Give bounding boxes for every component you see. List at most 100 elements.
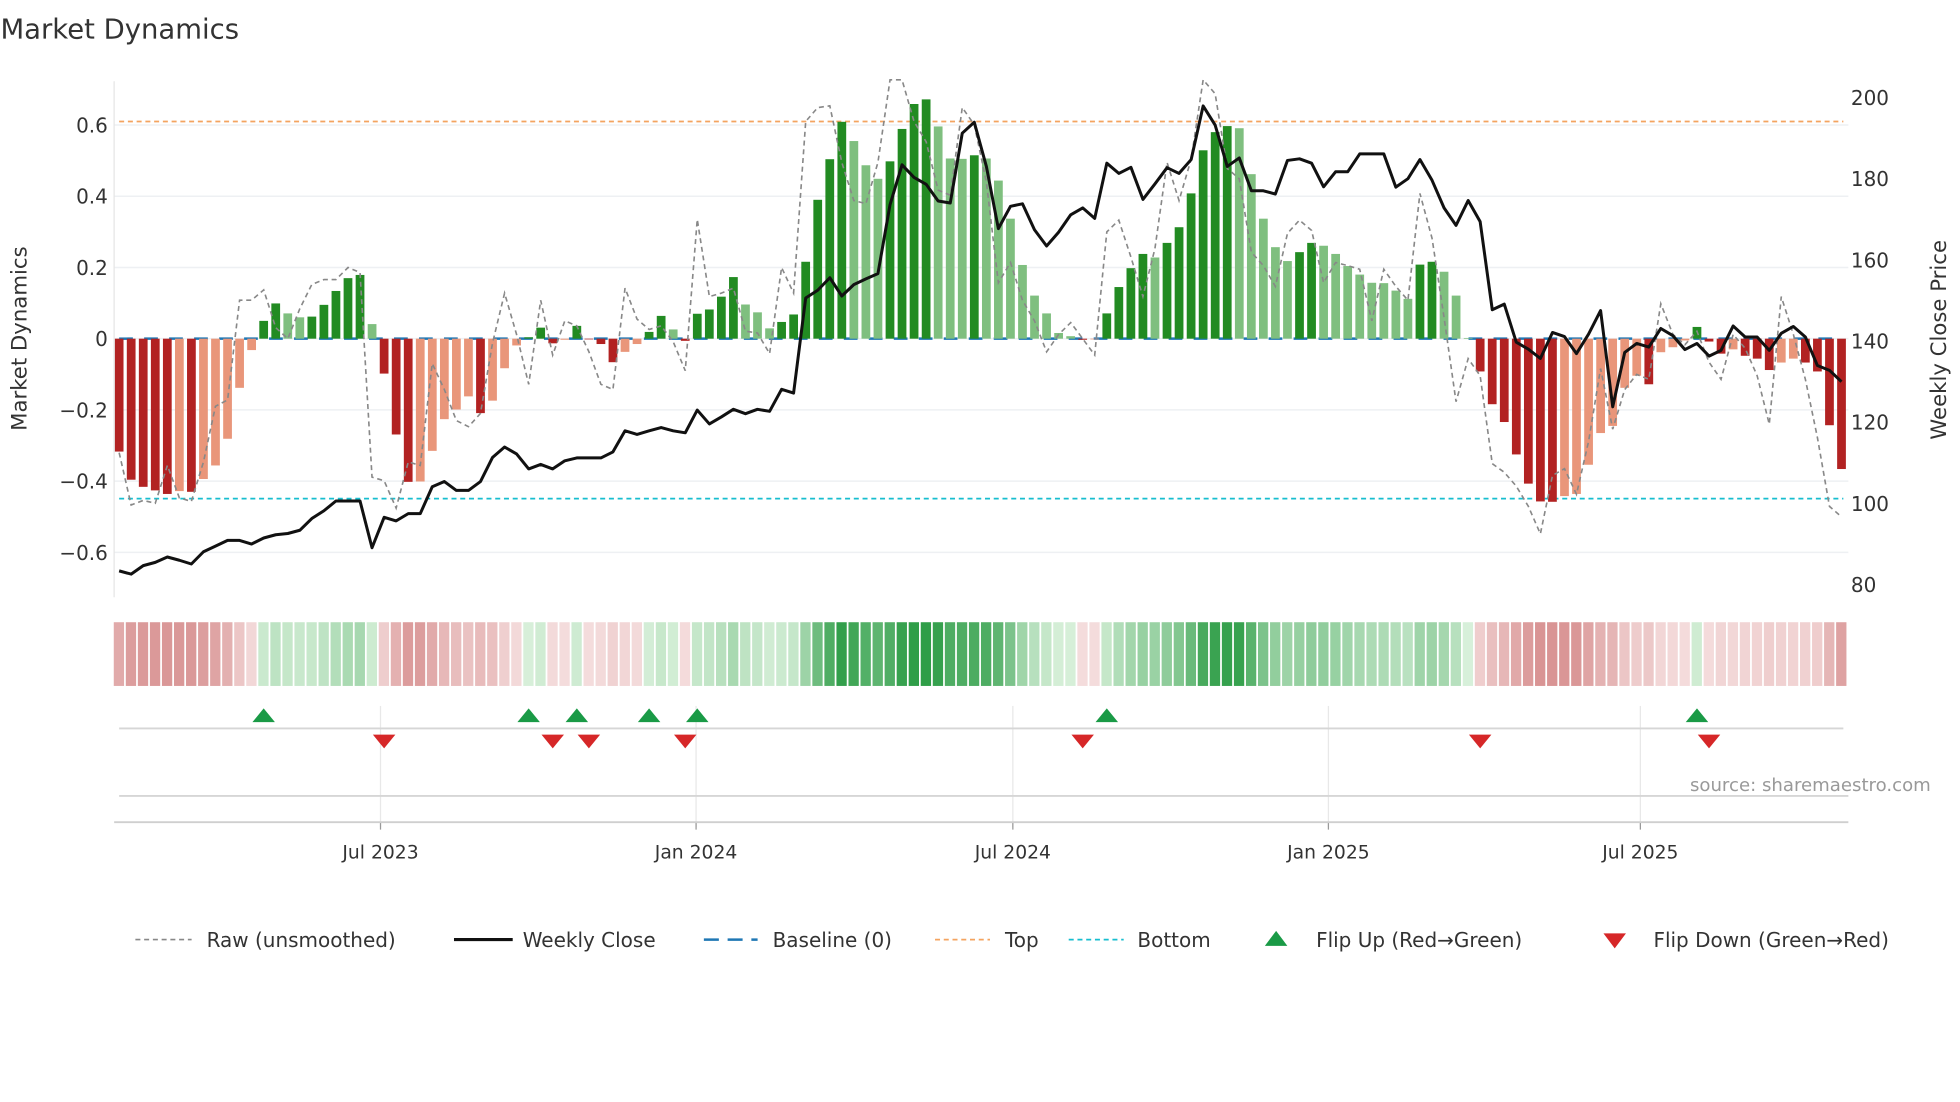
dynamics-bar xyxy=(1030,295,1039,339)
dynamics-bar xyxy=(464,338,473,397)
dynamics-bar xyxy=(1584,338,1593,465)
dynamics-bar xyxy=(512,338,521,346)
strip-cell xyxy=(1667,622,1678,686)
strip-cell xyxy=(1390,622,1401,686)
dynamics-bar xyxy=(1391,290,1401,339)
dynamics-bar xyxy=(235,338,244,388)
flip-up-marker xyxy=(517,708,540,723)
market-dynamics-chart: Market Dynamics 0.6 0.4 0.2 0 −0.2 −0.4 −0.6 20… xyxy=(0,14,1951,952)
strip-cell xyxy=(559,622,570,686)
dynamics-bar xyxy=(584,338,594,340)
strip-cell xyxy=(1535,622,1546,686)
y-tick-label: −0.4 xyxy=(59,470,108,494)
strip-cell xyxy=(125,622,137,686)
strip-cell xyxy=(1294,622,1305,686)
strip-cell xyxy=(848,622,859,686)
strip-cell xyxy=(1077,622,1088,686)
dynamics-bar xyxy=(837,121,847,339)
strip-cell xyxy=(246,622,257,686)
flip-up-marker xyxy=(1685,708,1709,723)
strip-cell xyxy=(222,622,233,686)
dynamics-bar xyxy=(969,155,979,339)
strip-cell xyxy=(378,622,390,686)
dynamics-bar xyxy=(331,290,341,339)
strip-cell xyxy=(1366,622,1377,686)
strip-cell xyxy=(1125,622,1136,686)
dynamics-bar xyxy=(716,296,726,339)
dynamics-bar xyxy=(1499,338,1509,423)
strip-cell xyxy=(161,622,173,686)
strip-cell xyxy=(1089,622,1100,686)
dynamics-bar xyxy=(1319,245,1328,339)
series-lines xyxy=(118,77,1843,576)
strip-cell xyxy=(1703,622,1714,686)
strip-cell xyxy=(884,622,895,686)
strip-cell xyxy=(1462,622,1474,686)
strip-cell xyxy=(1257,622,1269,686)
strip-cell xyxy=(1547,622,1558,686)
dynamics-bar xyxy=(476,338,485,414)
strip-cell xyxy=(679,622,691,686)
flip-up-marker xyxy=(1095,708,1119,723)
dynamics-bar xyxy=(1415,264,1425,339)
strip-cell xyxy=(1029,622,1040,686)
strip-cell xyxy=(728,622,739,686)
strip-cell xyxy=(354,622,365,686)
strip-cell xyxy=(186,622,197,686)
dynamics-bar xyxy=(247,338,257,351)
y-tick-label: −0.6 xyxy=(59,541,108,565)
dynamics-bar xyxy=(1656,338,1666,353)
dynamics-bar xyxy=(1102,313,1112,339)
strip-cell xyxy=(1245,622,1257,686)
strip-cell xyxy=(1065,622,1076,686)
strip-cell xyxy=(691,622,703,686)
dynamics-bar xyxy=(488,338,497,401)
dynamics-bar xyxy=(1560,338,1569,497)
dynamics-bar xyxy=(825,159,835,339)
strip-cell xyxy=(1836,622,1847,686)
legend-label: Baseline (0) xyxy=(773,928,892,952)
dynamics-bar xyxy=(1018,264,1027,339)
dynamics-bar xyxy=(596,338,606,345)
dynamics-bar xyxy=(1186,193,1196,339)
dynamics-bar xyxy=(391,338,401,435)
y2-tick-label: 160 xyxy=(1851,248,1889,272)
dynamics-bar xyxy=(271,303,281,339)
strip-cell xyxy=(1402,622,1413,686)
strip-cell xyxy=(571,622,582,686)
dynamics-bar xyxy=(1764,338,1774,371)
strip-cell xyxy=(980,622,992,686)
x-tick-label: Jan 2024 xyxy=(654,842,738,863)
flip-up-marker xyxy=(252,708,275,723)
flip-down-marker xyxy=(372,734,396,749)
strip-cell xyxy=(1510,622,1522,686)
y-axis-label: Market Dynamics xyxy=(8,246,33,430)
heat-strip xyxy=(113,622,1847,686)
dynamics-bar xyxy=(1511,338,1521,455)
strip-cell xyxy=(198,622,209,686)
dynamics-bar xyxy=(174,338,184,492)
dynamics-bar xyxy=(138,338,148,487)
strip-cell xyxy=(402,622,414,686)
strip-cell xyxy=(872,622,883,686)
flip-down-marker xyxy=(577,734,601,749)
legend-label: Bottom xyxy=(1137,928,1210,952)
strip-cell xyxy=(1643,622,1654,686)
strip-cell xyxy=(1522,622,1534,686)
dynamics-bar xyxy=(1066,336,1076,339)
strip-cell xyxy=(318,622,329,686)
dynamics-bar xyxy=(1523,338,1533,484)
strip-cell xyxy=(667,622,679,686)
dynamics-bar xyxy=(1114,287,1124,339)
source-label: source: sharemaestro.com xyxy=(1690,775,1931,796)
y2-tick-label: 180 xyxy=(1851,167,1889,191)
dynamics-bar xyxy=(1427,261,1437,339)
strip-cell xyxy=(1727,622,1739,686)
strip-cell xyxy=(1751,622,1763,686)
dynamics-bar xyxy=(1078,338,1088,340)
strip-cell xyxy=(836,622,847,686)
strip-cell xyxy=(1739,622,1751,686)
strip-cell xyxy=(944,622,956,686)
strip-cell xyxy=(1282,622,1293,686)
strip-cell xyxy=(1763,622,1775,686)
